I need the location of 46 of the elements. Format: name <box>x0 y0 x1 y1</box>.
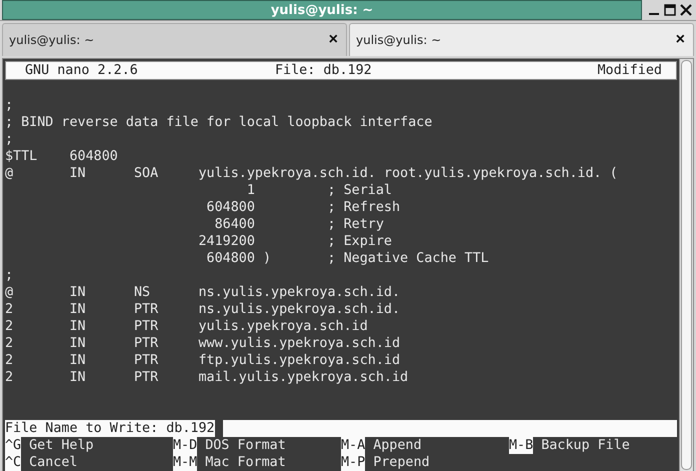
code-line: @ IN NS ns.yulis.ypekroya.sch.id. <box>5 284 400 301</box>
filename-input[interactable]: db.192 <box>166 420 215 437</box>
code-line: ; BIND reverse data file for local loopback interface <box>5 114 432 131</box>
shortcut-label: Mac Format <box>204 454 286 471</box>
code-line: 2 IN PTR www.yulis.ypekroya.sch.id <box>5 335 400 352</box>
code-line: 2 IN PTR yulis.ypekroya.sch.id <box>5 318 368 335</box>
shortcut-key: M-B <box>509 437 534 454</box>
tab-label: yulis@yulis: ~ <box>9 33 96 47</box>
shortcut-key: M-D <box>173 437 198 454</box>
nano-version: GNU nano 2.2.6 <box>24 62 139 79</box>
shortcut-key: M-P <box>341 454 366 471</box>
shortcut-key: M-A <box>341 437 366 454</box>
shortcut-label: Cancel <box>28 454 78 471</box>
shortcut-label: Get Help <box>28 437 94 454</box>
code-line: 604800 ; Refresh <box>206 199 400 216</box>
terminal-tab[interactable]: yulis@yulis: ~ × <box>349 23 694 56</box>
code-line: ; <box>5 131 14 148</box>
code-line: @ IN SOA yulis.ypekroya.sch.id. root.yulis.ypekroya.sch.id. ( <box>5 165 618 182</box>
shortcut-label: DOS Format <box>204 437 286 454</box>
modified-status: Modified <box>598 62 663 79</box>
maximize-icon[interactable] <box>664 4 676 16</box>
code-line: 2 IN PTR ftp.yulis.ypekroya.sch.id <box>5 352 400 369</box>
shortcut-key: M-M <box>173 454 198 471</box>
code-line: ; <box>5 97 14 114</box>
scrollbar[interactable] <box>679 59 693 471</box>
file-name: File: db.192 <box>275 62 373 79</box>
code-line: 2 IN PTR ns.yulis.ypekroya.sch.id. <box>5 301 400 318</box>
tab-label: yulis@yulis: ~ <box>356 33 442 47</box>
code-line: 604800 ) ; Negative Cache TTL <box>206 250 489 267</box>
code-line: ; <box>5 267 14 284</box>
tab-close-button[interactable]: × <box>326 31 340 49</box>
shortcut-key: ^G <box>5 437 22 454</box>
prompt-label: File Name to Write: <box>5 420 160 437</box>
shortcut-label: Prepend <box>372 454 430 471</box>
terminal-tab[interactable]: yulis@yulis: ~ × <box>2 23 347 56</box>
close-icon[interactable] <box>680 4 692 16</box>
code-line: $TTL 604800 <box>5 148 118 165</box>
shortcut-label: Append <box>372 437 422 454</box>
code-line: 86400 ; Retry <box>214 216 384 233</box>
shortcut-label: Backup File <box>540 437 630 454</box>
code-line: 2419200 ; Expire <box>197 233 392 250</box>
code-line: 1 ; Serial <box>246 182 392 199</box>
window-title: yulis@yulis: ~ <box>2 0 642 20</box>
code-line: 2 IN PTR mail.yulis.ypekroya.sch.id <box>5 369 408 386</box>
shortcut-key: ^C <box>5 454 22 471</box>
tab-close-button[interactable]: × <box>674 31 687 49</box>
